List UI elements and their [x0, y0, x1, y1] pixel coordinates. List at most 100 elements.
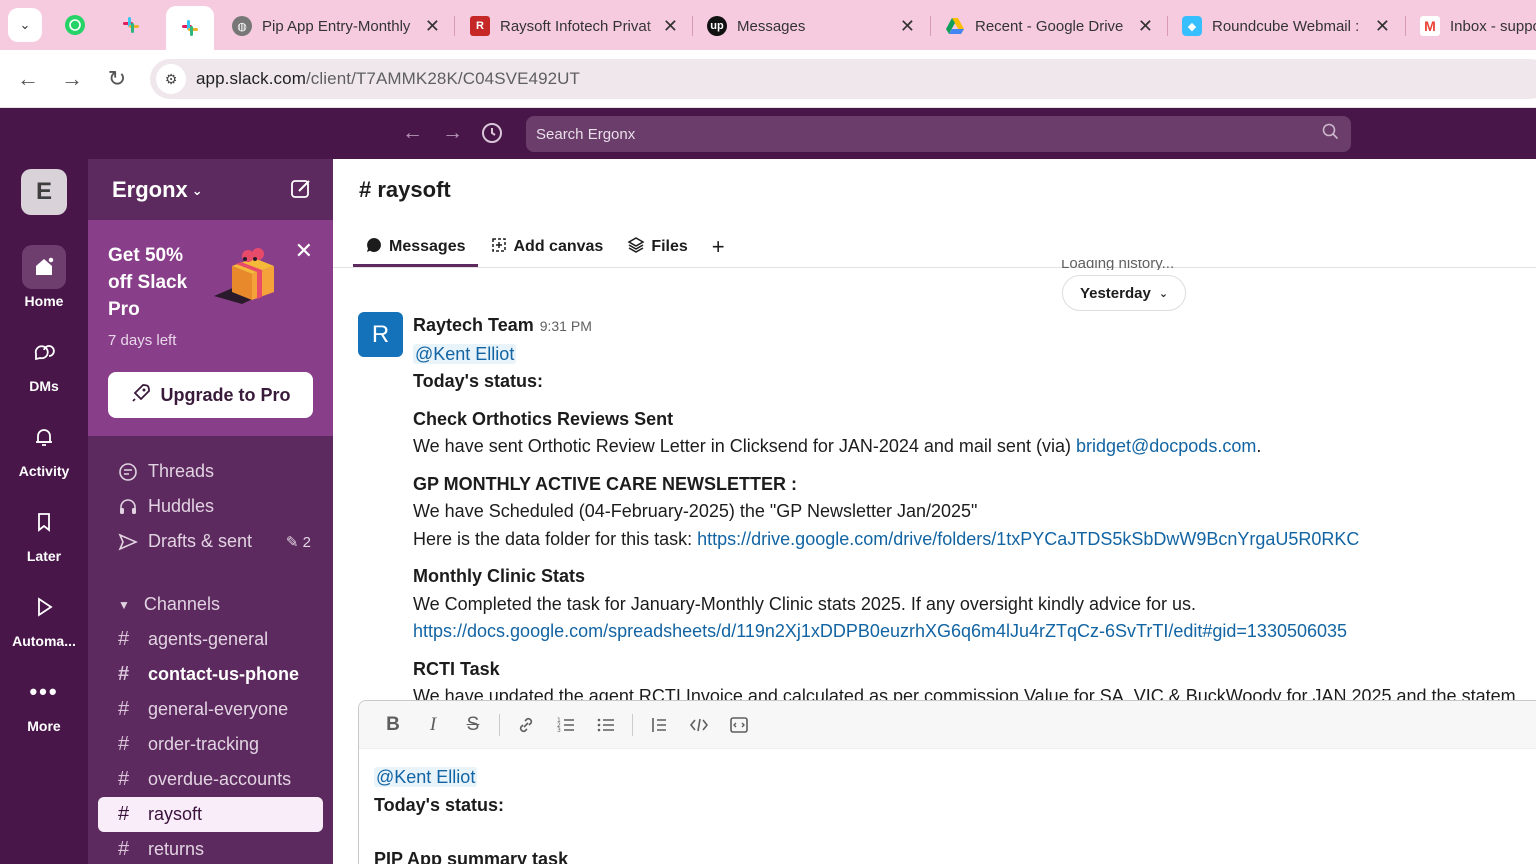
close-tab-icon[interactable]: ✕	[420, 16, 440, 37]
add-tab-button[interactable]: +	[700, 227, 737, 267]
plus-icon: +	[711, 234, 725, 259]
close-icon[interactable]: ✕	[295, 238, 313, 264]
rail-later[interactable]: Later	[0, 500, 88, 564]
home-icon	[22, 245, 66, 289]
hash-icon: #	[118, 663, 130, 685]
address-bar[interactable]: ⚙ app.slack.com/client/T7AMMK28K/C04SVE4…	[150, 59, 1536, 99]
spreadsheet-link[interactable]: https://docs.google.com/spreadsheets/d/1…	[413, 618, 1536, 646]
sidebar-channel[interactable]: # agents-general	[98, 622, 323, 657]
toolbar-divider	[499, 713, 500, 736]
sidebar-channel[interactable]: # general-everyone	[98, 692, 323, 727]
send-icon	[116, 532, 140, 552]
tab-separator	[1167, 16, 1168, 36]
bold-icon[interactable]: B	[373, 709, 413, 741]
gmail-icon: M	[1420, 16, 1440, 36]
hash-icon: #	[118, 733, 130, 755]
forward-arrow-icon[interactable]: →	[442, 120, 463, 146]
composer-input[interactable]: @Kent Elliot Today's status: PIP App sum…	[359, 749, 1536, 864]
active-tab-slack[interactable]	[166, 6, 214, 50]
drive-icon	[946, 18, 964, 34]
tabs-divider	[333, 267, 1536, 268]
message-body: Raytech Team 9:31 PM @Kent Elliot Today's…	[413, 312, 1536, 711]
close-tab-icon[interactable]: ✕	[1370, 16, 1390, 37]
channels-section-header[interactable]: ▼ Channels	[88, 587, 333, 622]
sidebar-channel-active[interactable]: # raysoft	[98, 797, 323, 832]
drive-folder-link[interactable]: https://drive.google.com/drive/folders/1…	[697, 529, 1359, 549]
site-settings-icon[interactable]: ⚙	[156, 64, 186, 94]
rail-more[interactable]: ••• More	[0, 670, 88, 734]
upgrade-to-pro-button[interactable]: Upgrade to Pro	[108, 372, 313, 418]
user-mention[interactable]: @Kent Elliot	[413, 343, 517, 364]
sidebar-channel[interactable]: # contact-us-phone	[98, 657, 323, 692]
more-icon: •••	[29, 679, 59, 704]
gift-icon	[214, 248, 274, 304]
history-icon[interactable]	[480, 120, 504, 152]
bullet-list-icon[interactable]	[586, 709, 626, 741]
browser-tab[interactable]: up Messages ✕	[707, 6, 917, 46]
workspace-switcher[interactable]: E	[21, 169, 67, 215]
forward-arrow-icon[interactable]: →	[59, 66, 85, 92]
hash-icon: #	[118, 628, 130, 650]
rail-automations[interactable]: Automa...	[0, 585, 88, 649]
email-link[interactable]: bridget@docpods.com	[1076, 436, 1256, 456]
tab-files[interactable]: Files	[615, 227, 699, 267]
user-mention[interactable]: @Kent Elliot	[374, 767, 478, 787]
url-text: app.slack.com/client/T7AMMK28K/C04SVE492…	[196, 69, 581, 88]
compose-icon	[291, 180, 310, 198]
pinned-tab-whatsapp[interactable]	[54, 8, 96, 42]
browser-tab[interactable]: ◆ Roundcube Webmail : ✕	[1182, 6, 1392, 46]
sidebar-item-threads[interactable]: Threads	[88, 454, 333, 489]
browser-tab[interactable]: R Raysoft Infotech Privat ✕	[470, 6, 680, 46]
tab-messages[interactable]: Messages	[353, 227, 478, 267]
roundcube-icon: ◆	[1182, 16, 1202, 36]
pinned-tab-slack[interactable]	[110, 8, 152, 42]
sidebar-channel[interactable]: # order-tracking	[98, 727, 323, 762]
toolbar-divider	[632, 713, 633, 736]
browser-tab[interactable]: ◍ Pip App Entry-Monthly ✕	[232, 6, 442, 46]
browser-tab[interactable]: Recent - Google Drive ✕	[945, 6, 1155, 46]
channel-title[interactable]: # raysoft	[359, 177, 451, 203]
reload-icon[interactable]: ↻	[104, 66, 130, 92]
search-input[interactable]: Search Ergonx	[526, 116, 1351, 152]
back-arrow-icon[interactable]: ←	[402, 120, 423, 146]
workspace-name[interactable]: Ergonx ⌄	[112, 177, 203, 203]
play-icon	[22, 585, 66, 629]
avatar[interactable]: R	[358, 312, 403, 357]
day-divider-button[interactable]: Yesterday ⌄	[1062, 275, 1186, 311]
compose-button[interactable]	[289, 177, 313, 206]
close-tab-icon[interactable]: ✕	[895, 16, 915, 37]
strikethrough-icon[interactable]: S	[453, 709, 493, 741]
sidebar-item-drafts[interactable]: Drafts & sent ✎ 2	[88, 524, 333, 559]
sidebar-item-huddles[interactable]: Huddles	[88, 489, 333, 524]
browser-toolbar: ← → ↻ ⚙ app.slack.com/client/T7AMMK28K/C…	[0, 50, 1536, 108]
message-bubble-icon	[365, 236, 383, 258]
hash-icon: #	[118, 698, 130, 720]
close-tab-icon[interactable]: ✕	[658, 16, 678, 37]
sidebar-channel[interactable]: # overdue-accounts	[98, 762, 323, 797]
italic-icon[interactable]: I	[413, 709, 453, 741]
bookmark-icon	[22, 500, 66, 544]
link-icon[interactable]	[506, 709, 546, 741]
rail-dms[interactable]: DMs	[0, 330, 88, 394]
rocket-icon	[130, 382, 152, 409]
tab-search-dropdown[interactable]: ⌄	[8, 8, 42, 42]
message-composer[interactable]: B I S 123 @Kent Elliot Today's status: P…	[358, 700, 1536, 864]
rail-home[interactable]: Home	[0, 245, 88, 309]
chevron-down-icon: ⌄	[191, 183, 203, 199]
message-author[interactable]: Raytech Team	[413, 315, 534, 335]
code-block-icon[interactable]	[719, 709, 759, 741]
blockquote-icon[interactable]	[639, 709, 679, 741]
back-arrow-icon[interactable]: ←	[15, 66, 41, 92]
tab-add-canvas[interactable]: Add canvas	[478, 227, 616, 267]
sidebar-channel[interactable]: # returns	[98, 832, 323, 864]
code-icon[interactable]	[679, 709, 719, 741]
close-tab-icon[interactable]: ✕	[1133, 16, 1153, 37]
whatsapp-icon	[65, 15, 85, 35]
svg-text:3: 3	[557, 727, 561, 734]
message-timestamp[interactable]: 9:31 PM	[540, 318, 592, 334]
browser-tab[interactable]: M Inbox - suppo	[1420, 6, 1536, 46]
channel-tabs: Messages Add canvas Files +	[353, 227, 737, 267]
channel-view: # raysoft Messages Add canvas Files + Lo…	[333, 159, 1536, 864]
ordered-list-icon[interactable]: 123	[546, 709, 586, 741]
rail-activity[interactable]: Activity	[0, 415, 88, 479]
